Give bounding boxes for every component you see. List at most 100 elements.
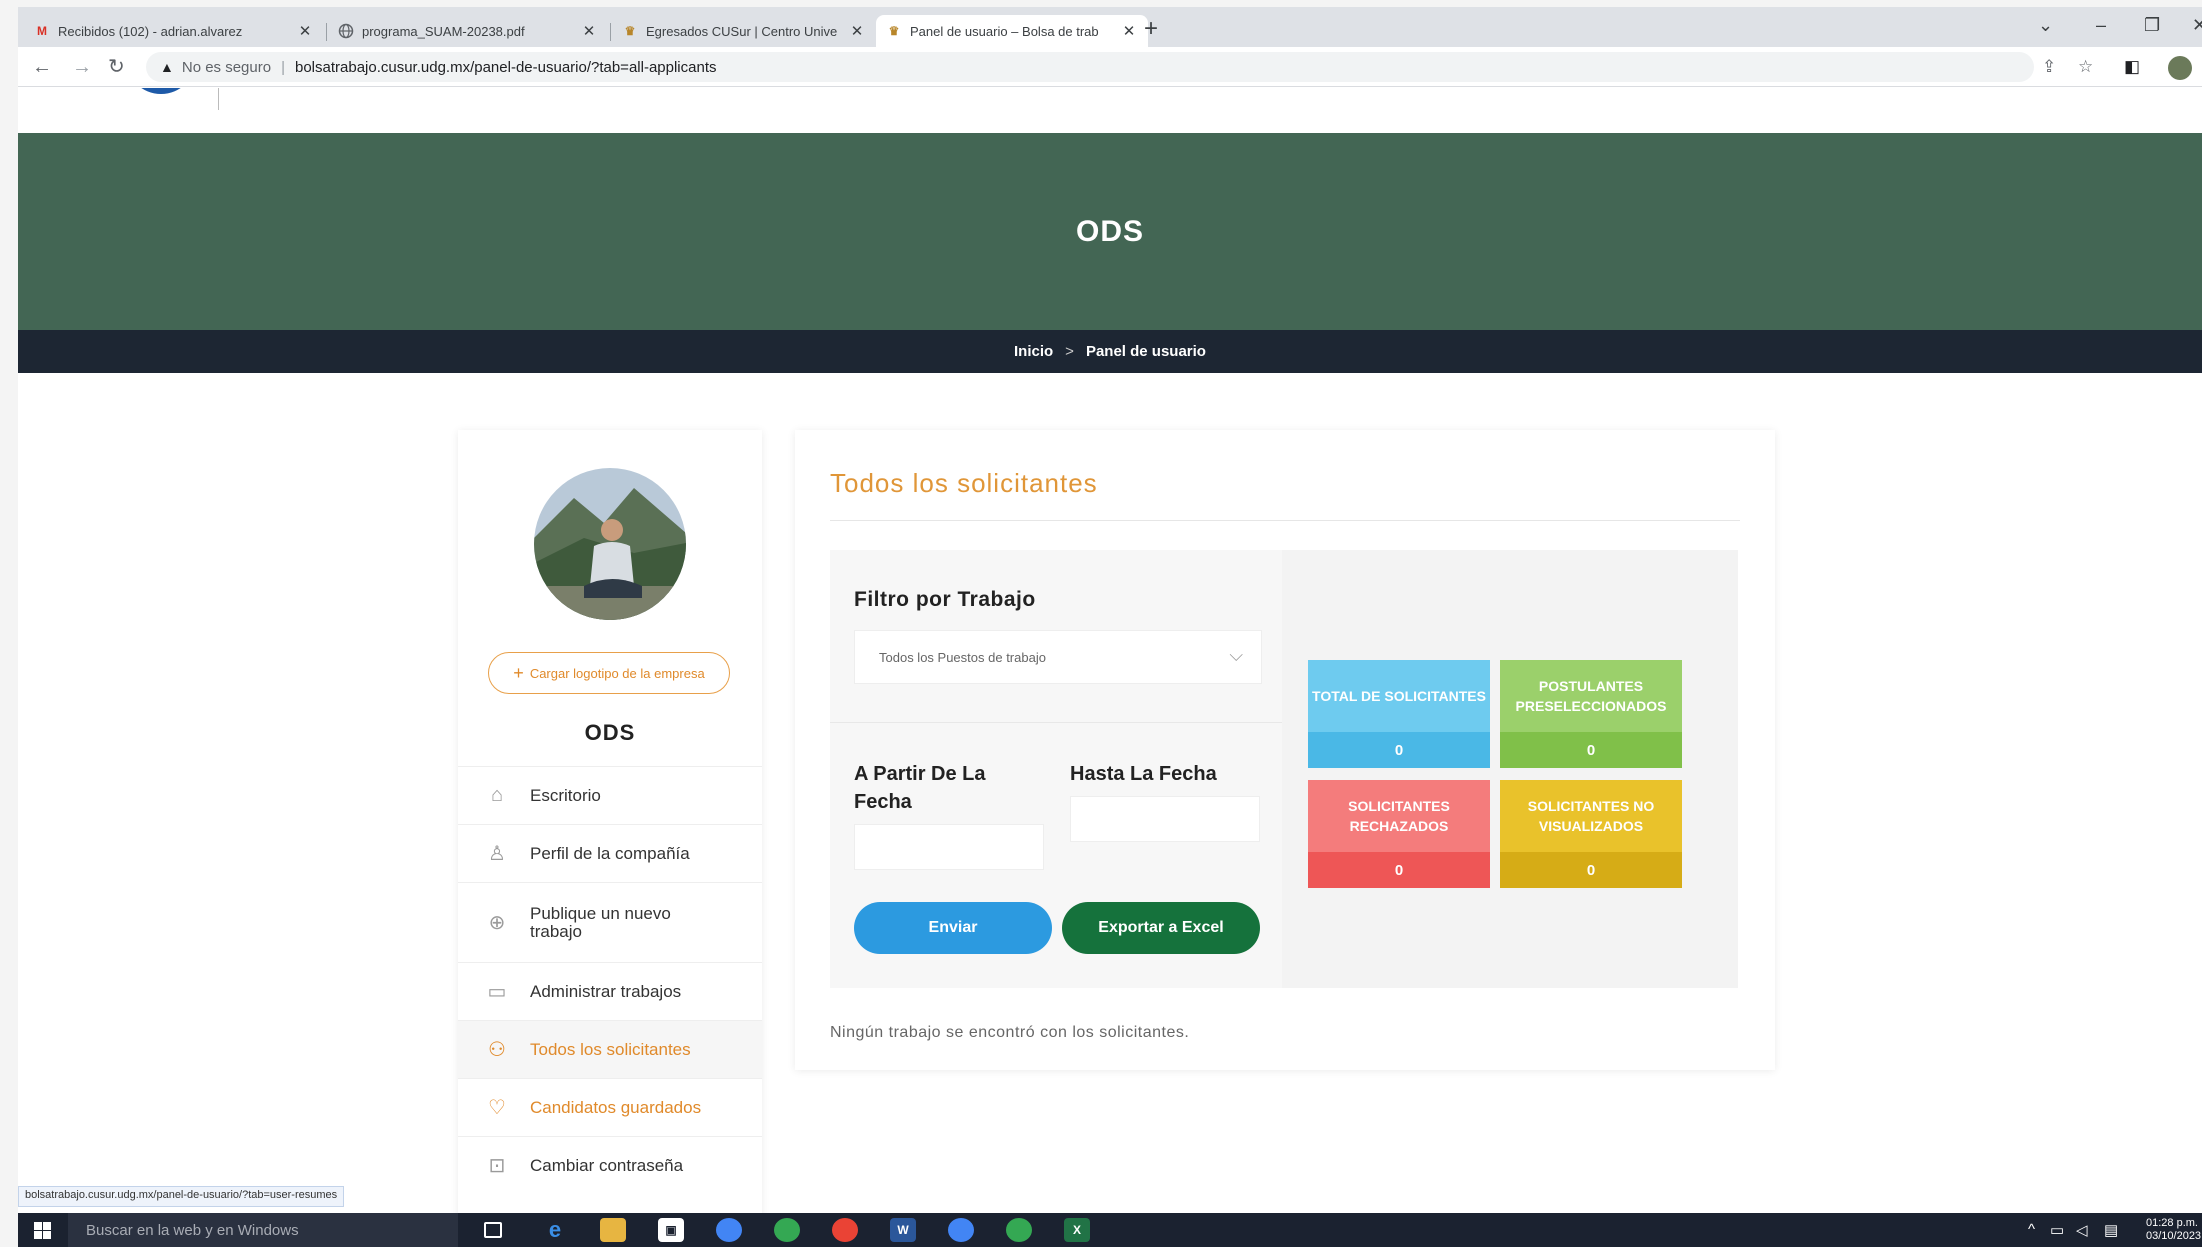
tab-panel-usuario[interactable]: ♛ Panel de usuario – Bolsa de trab ✕ [876, 15, 1148, 47]
forward-icon[interactable]: → [72, 55, 92, 79]
chrome-icon[interactable] [716, 1218, 742, 1242]
to-date-input[interactable] [1070, 796, 1260, 842]
stat-value: 0 [1308, 732, 1490, 768]
profile-avatar[interactable] [2168, 56, 2192, 80]
bookmark-star-icon[interactable]: ☆ [2078, 57, 2093, 77]
upload-logo-button[interactable]: + Cargar logotipo de la empresa [488, 652, 730, 694]
chrome-icon[interactable] [832, 1218, 858, 1242]
notifications-icon[interactable]: ▤ [2104, 1221, 2118, 1239]
tab-title: programa_SUAM-20238.pdf [362, 23, 525, 39]
stat-value: 0 [1500, 852, 1682, 888]
edge-icon[interactable]: e [542, 1217, 568, 1242]
restore-icon[interactable]: ❐ [2144, 15, 2160, 36]
address-bar[interactable]: ▲ No es seguro | bolsatrabajo.cusur.udg.… [146, 52, 2034, 82]
browser-toolbar: ← → ↻ ▲ No es seguro | bolsatrabajo.cusu… [18, 47, 2202, 87]
warning-icon: ▲ [160, 59, 174, 75]
taskbar-search[interactable]: Buscar en la web y en Windows [68, 1213, 458, 1247]
stat-label: SOLICITANTES RECHAZADOS [1308, 780, 1490, 852]
excel-icon[interactable]: X [1064, 1218, 1090, 1242]
store-icon[interactable]: ▣ [658, 1218, 684, 1242]
network-icon[interactable]: ▭ [2050, 1221, 2064, 1239]
tab-title: Recibidos (102) - adrian.alvarez [58, 23, 243, 39]
lock-icon: ⊡ [488, 1155, 506, 1177]
breadcrumb-home[interactable]: Inicio [1014, 343, 1053, 360]
from-date-label: A Partir De La Fecha [854, 763, 986, 813]
sidebar-menu: ⌂ Escritorio ♙ Perfil de la compañía ⊕ P… [458, 766, 762, 1194]
minimize-icon[interactable]: – [2096, 15, 2106, 36]
address-divider: | [281, 58, 285, 76]
from-date-input[interactable] [854, 824, 1044, 870]
sidebar-item-administrar[interactable]: ▭ Administrar trabajos [458, 962, 762, 1020]
dashboard-sidebar: + Cargar logotipo de la empresa ODS ⌂ Es… [458, 430, 762, 1213]
close-icon[interactable]: ✕ [1120, 22, 1138, 40]
tab-gmail[interactable]: M Recibidos (102) - adrian.alvarez ✕ [24, 15, 324, 47]
tab-separator [326, 23, 327, 41]
word-icon[interactable]: W [890, 1218, 916, 1242]
stat-shortlisted[interactable]: POSTULANTES PRESELECCIONADOS 0 [1500, 660, 1682, 768]
company-name: ODS [584, 720, 636, 745]
side-panel-icon[interactable]: ◧ [2124, 57, 2140, 77]
sidebar-item-escritorio[interactable]: ⌂ Escritorio [458, 766, 762, 824]
tab-search-icon[interactable]: ⌄ [2038, 15, 2053, 36]
company-avatar [534, 468, 686, 620]
url-text: bolsatrabajo.cusur.udg.mx/panel-de-usuar… [294, 58, 717, 76]
new-tab-button[interactable]: + [1144, 17, 1158, 41]
chrome-icon[interactable] [774, 1218, 800, 1242]
page-hero: ODS [18, 133, 2202, 330]
back-icon[interactable]: ← [32, 55, 52, 79]
chevron-down-icon: ⌵ [1229, 645, 1243, 665]
sidebar-item-label: Escritorio [530, 785, 601, 805]
stat-value: 0 [1308, 852, 1490, 888]
submit-button[interactable]: Enviar [854, 902, 1052, 954]
breadcrumb-current: Panel de usuario [1085, 343, 1206, 360]
volume-icon[interactable]: ◁ [2076, 1221, 2088, 1239]
sidebar-item-candidatos[interactable]: ♡ Candidatos guardados [458, 1078, 762, 1136]
tab-pdf[interactable]: programa_SUAM-20238.pdf ✕ [328, 15, 608, 47]
file-explorer-icon[interactable] [600, 1218, 626, 1242]
filter-heading: Filtro por Trabajo [854, 588, 1036, 611]
clock[interactable]: 01:28 p.m. 03/10/2023 [2146, 1217, 2202, 1243]
stat-not-viewed[interactable]: SOLICITANTES NO VISUALIZADOS 0 [1500, 780, 1682, 888]
window-close-icon[interactable]: ✕ [2192, 15, 2202, 36]
sidebar-item-publicar[interactable]: ⊕ Publique un nuevo trabajo [458, 882, 762, 962]
sidebar-item-label: Perfil de la compañía [530, 843, 690, 863]
close-icon[interactable]: ✕ [296, 22, 314, 40]
breadcrumb: Inicio > Panel de usuario [18, 330, 2202, 373]
chrome-icon[interactable] [948, 1218, 974, 1242]
stat-rejected[interactable]: SOLICITANTES RECHAZADOS 0 [1308, 780, 1490, 888]
stat-total-applicants[interactable]: TOTAL DE SOLICITANTES 0 [1308, 660, 1490, 768]
sidebar-item-perfil[interactable]: ♙ Perfil de la compañía [458, 824, 762, 882]
windows-start-icon[interactable] [34, 1222, 51, 1239]
gmail-icon: M [37, 24, 47, 38]
globe-icon [338, 23, 354, 39]
user-icon: ♙ [488, 843, 506, 865]
tab-egresados[interactable]: ♛ Egresados CUSur | Centro Unive ✕ [612, 15, 876, 47]
reload-icon[interactable]: ↻ [108, 55, 125, 79]
sidebar-item-contrasena[interactable]: ⊡ Cambiar contraseña [458, 1136, 762, 1194]
chrome-icon[interactable] [1006, 1218, 1032, 1242]
tray-chevron-icon[interactable]: ^ [2028, 1221, 2035, 1238]
sidebar-item-solicitantes[interactable]: ⚇ Todos los solicitantes [458, 1020, 762, 1078]
job-select[interactable]: Todos los Puestos de trabajo ⌵ [854, 630, 1262, 684]
share-icon[interactable]: ⇪ [2042, 57, 2056, 77]
plus-icon: + [513, 662, 524, 683]
close-icon[interactable]: ✕ [580, 22, 598, 40]
site-logo[interactable] [126, 88, 196, 94]
to-date-label: Hasta La Fecha [1070, 763, 1217, 785]
title-divider [830, 520, 1740, 521]
tab-title: Egresados CUSur | Centro Unive [646, 23, 838, 39]
tab-title: Panel de usuario – Bolsa de trab [910, 23, 1099, 39]
plus-circle-icon: ⊕ [488, 912, 506, 934]
stat-label: SOLICITANTES NO VISUALIZADOS [1500, 780, 1682, 852]
export-excel-button[interactable]: Exportar a Excel [1062, 902, 1260, 954]
browser-tab-strip: M Recibidos (102) - adrian.alvarez ✕ pro… [18, 7, 2202, 47]
task-view-icon[interactable] [484, 1222, 502, 1238]
link-status-url: bolsatrabajo.cusur.udg.mx/panel-de-usuar… [18, 1186, 345, 1207]
web-page: ODS Inicio > Panel de usuario + Cargar l… [18, 88, 2202, 1213]
close-icon[interactable]: ✕ [848, 22, 866, 40]
stat-value: 0 [1500, 732, 1682, 768]
breadcrumb-separator: > [1065, 343, 1074, 360]
screen: M Recibidos (102) - adrian.alvarez ✕ pro… [18, 7, 2202, 1247]
applicants-card: Todos los solicitantes Filtro por Trabaj… [795, 430, 1775, 1070]
sidebar-item-label: Administrar trabajos [530, 981, 682, 1001]
